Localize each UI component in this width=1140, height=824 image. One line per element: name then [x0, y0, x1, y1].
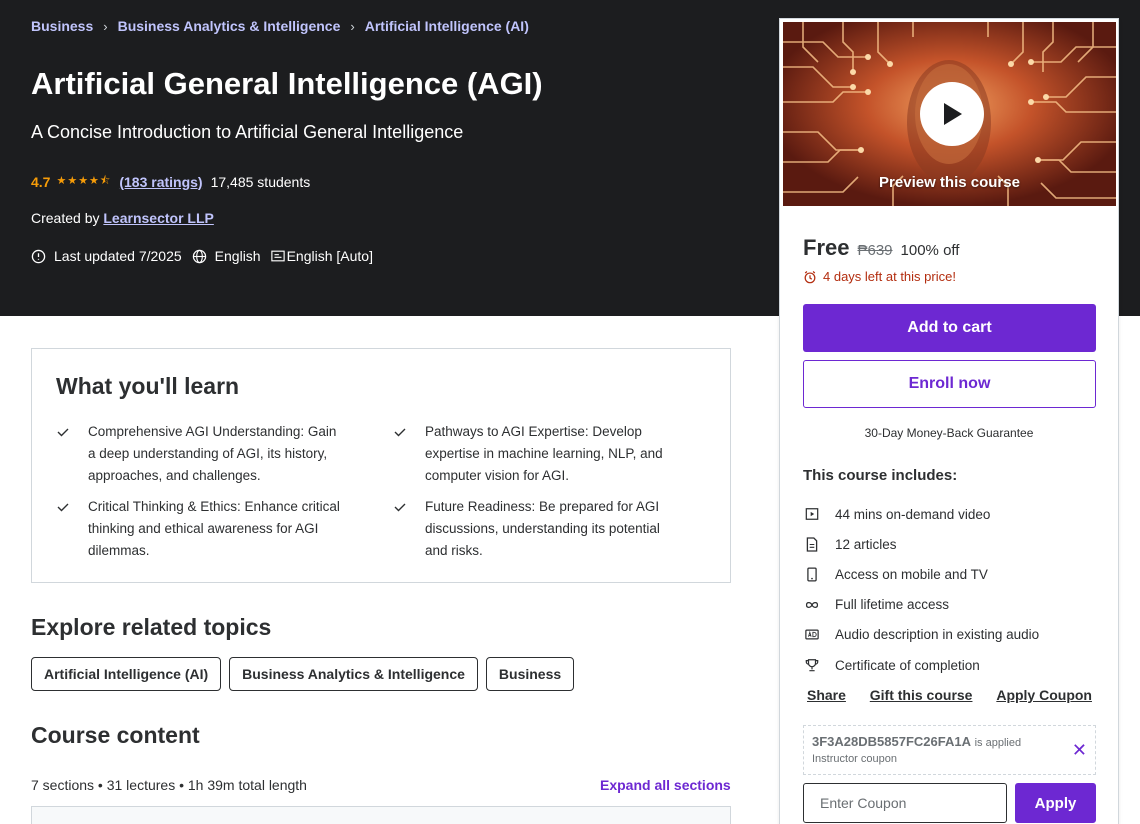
check-icon — [57, 503, 69, 512]
includes-item: 12 articles — [803, 529, 1103, 559]
globe-icon — [192, 249, 206, 263]
created-by: Created by Learnsector LLP — [31, 210, 214, 226]
learn-item: Future Readiness: Be prepared for AGI di… — [393, 496, 683, 562]
apply-coupon-link[interactable]: Apply Coupon — [992, 687, 1096, 703]
rating-value: 4.7 — [31, 173, 51, 190]
play-button[interactable] — [920, 82, 984, 146]
close-icon[interactable]: ✕ — [1072, 740, 1087, 761]
video-icon — [805, 508, 819, 520]
trophy-icon — [805, 659, 819, 672]
learn-item: Comprehensive AGI Understanding: Gain a … — [56, 421, 346, 487]
learn-title: What you'll learn — [56, 373, 240, 399]
share-button[interactable]: Share — [803, 687, 850, 703]
includes-item: Audio description in existing audio — [803, 620, 1103, 650]
gift-course-button[interactable]: Gift this course — [866, 687, 977, 703]
includes-item: Full lifetime access — [803, 590, 1103, 620]
check-icon — [394, 503, 406, 512]
coupon-code: 3F3A28DB5857FC26FA1A — [812, 734, 971, 749]
includes-item: Certificate of completion — [803, 650, 1103, 680]
learn-item: Critical Thinking & Ethics: Enhance crit… — [56, 496, 346, 562]
breadcrumb-item-business[interactable]: Business — [31, 18, 93, 34]
learn-item: Pathways to AGI Expertise: Develop exper… — [393, 421, 683, 487]
includes-item: 44 mins on-demand video — [803, 499, 1103, 529]
check-icon — [394, 428, 406, 437]
students-count: 17,485 students — [210, 173, 311, 190]
breadcrumb-item-ai[interactable]: Artificial Intelligence (AI) — [365, 18, 529, 34]
captions-icon — [270, 250, 285, 262]
chevron-right-icon: › — [350, 18, 355, 34]
includes-list: 44 mins on-demand video 12 articles Acce… — [803, 499, 1103, 680]
coupon-input[interactable] — [803, 783, 1007, 823]
sidebar-links: Share Gift this course Apply Coupon — [803, 687, 1096, 703]
discount-percent: 100% off — [900, 242, 960, 259]
chevron-right-icon: › — [103, 18, 108, 34]
course-content-title: Course content — [31, 722, 200, 748]
audio-description-icon — [805, 629, 819, 640]
mobile-icon — [807, 567, 817, 582]
section-header[interactable] — [31, 806, 731, 824]
topic-ai[interactable]: Artificial Intelligence (AI) — [31, 657, 222, 691]
original-price: ₱639 — [857, 242, 893, 259]
author-link[interactable]: Learnsector LLP — [103, 210, 213, 226]
price-row: Free ₱639 100% off — [803, 235, 959, 261]
course-language: English — [214, 248, 261, 264]
deadline-text: 4 days left at this price! — [823, 269, 956, 284]
breadcrumb-item-business-analytics[interactable]: Business Analytics & Intelligence — [118, 18, 341, 34]
ratings-link[interactable]: (183 ratings) — [119, 174, 202, 190]
check-icon — [57, 428, 69, 437]
created-by-label: Created by — [31, 210, 100, 226]
star-rating-icon: ★★★★⯪ — [56, 175, 112, 187]
course-title: Artificial General Intelligence (AGI) — [31, 66, 543, 101]
last-updated: Last updated 7/2025 — [54, 248, 182, 264]
current-price: Free — [803, 235, 850, 260]
expand-all-sections-button[interactable]: Expand all sections — [600, 777, 731, 793]
add-to-cart-button[interactable]: Add to cart — [803, 304, 1096, 352]
includes-item: Access on mobile and TV — [803, 559, 1103, 589]
article-icon — [806, 537, 818, 552]
coupon-applied-text: is applied — [974, 737, 1022, 749]
rating-row: 4.7 ★★★★⯪ (183 ratings) 17,485 students — [31, 172, 310, 191]
what-you-will-learn: What you'll learn Comprehensive AGI Unde… — [31, 348, 731, 583]
applied-coupon: 3F3A28DB5857FC26FA1A is applied Instruct… — [803, 725, 1096, 775]
price-deadline: 4 days left at this price! — [803, 269, 956, 284]
purchase-sidebar: Preview this course Free ₱639 100% off 4… — [779, 18, 1119, 824]
apply-coupon-button[interactable]: Apply — [1015, 783, 1096, 823]
preview-label: Preview this course — [879, 174, 1020, 191]
play-icon — [944, 103, 962, 125]
course-meta: Last updated 7/2025 English English [Aut… — [31, 248, 383, 264]
course-captions: English [Auto] — [286, 248, 373, 264]
alert-badge-icon — [31, 249, 46, 263]
topic-business[interactable]: Business — [485, 657, 575, 691]
topic-business-analytics[interactable]: Business Analytics & Intelligence — [229, 657, 478, 691]
infinity-icon — [805, 601, 819, 608]
coupon-type: Instructor coupon — [812, 753, 897, 765]
course-subtitle: A Concise Introduction to Artificial Gen… — [31, 122, 464, 142]
breadcrumb: Business › Business Analytics & Intellig… — [31, 18, 529, 34]
course-content-meta: 7 sections • 31 lectures • 1h 39m total … — [31, 777, 307, 793]
includes-title: This course includes: — [803, 467, 958, 484]
course-preview[interactable]: Preview this course — [783, 22, 1116, 206]
enroll-now-button[interactable]: Enroll now — [803, 360, 1096, 408]
explore-title: Explore related topics — [31, 614, 272, 640]
alarm-clock-icon — [804, 270, 816, 283]
topic-list: Artificial Intelligence (AI) Business An… — [31, 657, 582, 691]
money-back-guarantee: 30-Day Money-Back Guarantee — [864, 426, 1034, 440]
